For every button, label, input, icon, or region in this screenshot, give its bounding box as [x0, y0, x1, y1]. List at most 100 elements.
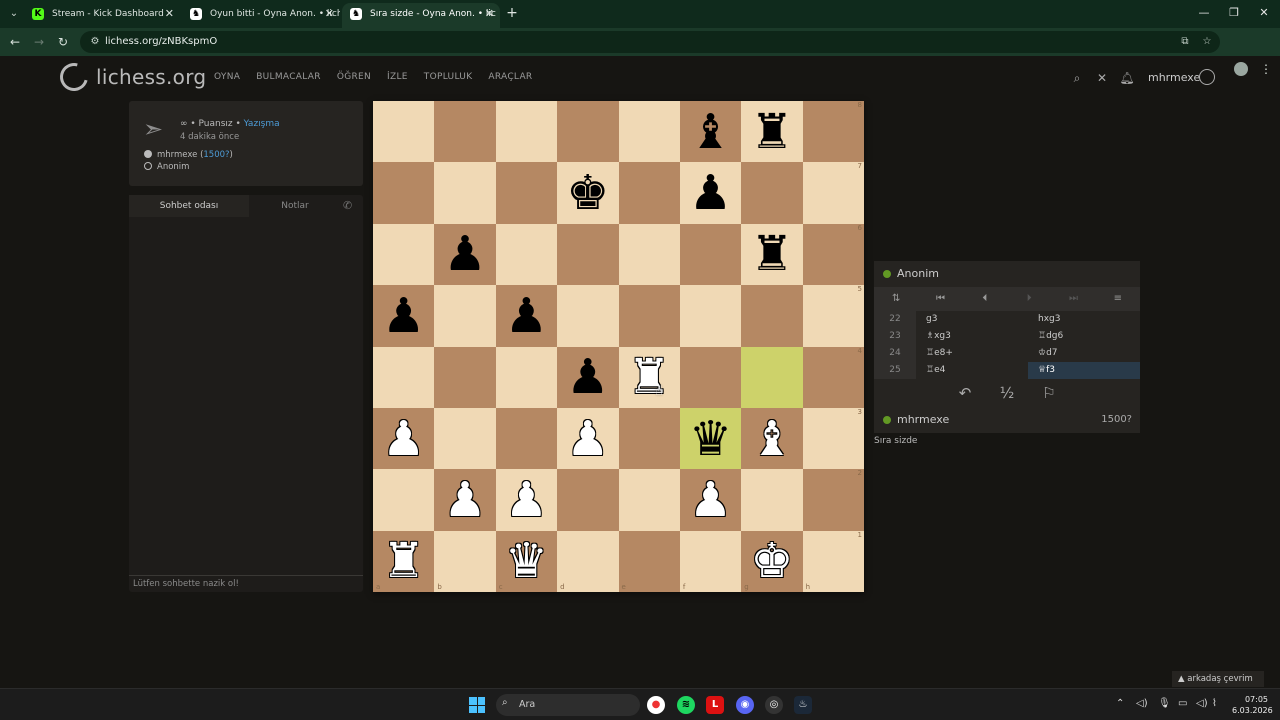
- black-player[interactable]: Anonim: [144, 162, 189, 172]
- black-piece[interactable]: ♛: [689, 415, 732, 463]
- white-piece[interactable]: ♚: [750, 537, 793, 585]
- white-piece[interactable]: ♟: [382, 415, 425, 463]
- nav-learn[interactable]: ÖĞREN: [337, 72, 371, 82]
- site-logo[interactable]: lichess.org: [54, 57, 206, 97]
- square-g2[interactable]: [741, 469, 803, 531]
- square-b5[interactable]: [434, 285, 496, 347]
- black-piece[interactable]: ♜: [750, 230, 793, 278]
- takeback-icon[interactable]: ↶: [955, 383, 975, 403]
- system-clock[interactable]: 07:05 6.03.2026: [1232, 694, 1273, 716]
- black-move[interactable]: ♖dg6: [1028, 328, 1140, 345]
- square-c7[interactable]: [495, 162, 558, 224]
- restore-icon[interactable]: ❐: [1224, 6, 1244, 19]
- square-g7[interactable]: [741, 162, 803, 224]
- new-tab-button[interactable]: +: [504, 5, 520, 21]
- square-a8[interactable]: [373, 101, 435, 163]
- square-g1[interactable]: ♚ g: [741, 530, 803, 592]
- nav-community[interactable]: TOPLULUK: [424, 72, 473, 82]
- square-e1[interactable]: e: [618, 530, 680, 592]
- square-h2[interactable]: 2: [802, 469, 864, 531]
- app-l-icon[interactable]: L: [706, 696, 724, 714]
- black-piece[interactable]: ♟: [566, 353, 609, 401]
- square-a6[interactable]: [373, 223, 435, 286]
- square-b2[interactable]: ♟: [434, 469, 496, 531]
- square-a5[interactable]: ♟: [373, 285, 435, 347]
- site-info-icon[interactable]: ⚙: [88, 35, 102, 49]
- square-c3[interactable]: [495, 407, 558, 470]
- phone-icon[interactable]: ✆: [343, 199, 352, 212]
- square-g6[interactable]: ♜: [741, 223, 803, 286]
- square-d7[interactable]: ♚: [557, 162, 619, 224]
- close-icon[interactable]: ✕: [325, 3, 334, 25]
- bookmark-star-icon[interactable]: ☆: [1200, 35, 1214, 49]
- tab-search-icon[interactable]: ⌄: [6, 6, 22, 22]
- square-b4[interactable]: [434, 346, 496, 408]
- white-player[interactable]: mhrmexe (1500?): [144, 150, 233, 160]
- spotify-icon[interactable]: ≋: [677, 696, 695, 714]
- swords-icon[interactable]: ✕: [1094, 70, 1110, 86]
- square-d2[interactable]: [557, 469, 619, 531]
- forward-icon[interactable]: →: [30, 33, 48, 51]
- square-f3[interactable]: ♛: [679, 407, 742, 470]
- flip-board-icon[interactable]: ⇅: [874, 287, 918, 311]
- browser-tab-game-over[interactable]: ♞ Oyun bitti - Oyna Anon. • liches ✕: [182, 3, 340, 28]
- white-piece[interactable]: ♟: [689, 476, 732, 524]
- search-icon[interactable]: ⌕: [1069, 70, 1085, 86]
- last-move-icon[interactable]: ⏭: [1051, 287, 1095, 311]
- square-a3[interactable]: ♟: [373, 407, 435, 470]
- square-d3[interactable]: ♟: [557, 407, 619, 470]
- square-e7[interactable]: [618, 162, 680, 224]
- previous-move-icon[interactable]: ⏴: [963, 287, 1007, 311]
- chat-input[interactable]: Lütfen sohbette nazik ol!: [129, 575, 363, 592]
- square-h4[interactable]: 4: [802, 346, 864, 408]
- black-piece[interactable]: ♟: [689, 169, 732, 217]
- square-a7[interactable]: [373, 162, 435, 224]
- square-g5[interactable]: [741, 285, 803, 347]
- square-f4[interactable]: [679, 346, 742, 408]
- taskbar-search[interactable]: ⌕ Ara: [496, 694, 640, 716]
- white-move[interactable]: ♖e8+: [916, 345, 1028, 362]
- browser-menu-icon[interactable]: ⋮: [1260, 62, 1272, 76]
- square-h6[interactable]: 6: [802, 223, 864, 286]
- nav-play[interactable]: OYNA: [214, 72, 240, 82]
- tab-notes[interactable]: Notlar: [249, 195, 341, 217]
- square-h3[interactable]: 3: [802, 407, 864, 470]
- first-move-icon[interactable]: ⏮: [918, 287, 962, 311]
- square-h8[interactable]: 8: [802, 101, 864, 163]
- player-name[interactable]: mhrmexe: [897, 413, 949, 426]
- white-piece[interactable]: ♟: [505, 476, 548, 524]
- square-d6[interactable]: [557, 223, 619, 286]
- square-c8[interactable]: [495, 101, 558, 163]
- draw-offer-icon[interactable]: ½: [997, 383, 1017, 403]
- square-f1[interactable]: f: [679, 530, 742, 592]
- black-move[interactable]: hxg3: [1028, 311, 1140, 328]
- square-b3[interactable]: [434, 407, 496, 470]
- tray-chevron-icon[interactable]: ⌃: [1116, 698, 1124, 709]
- square-e4[interactable]: ♜: [618, 346, 680, 408]
- reload-icon[interactable]: ↻: [54, 33, 72, 51]
- bell-icon[interactable]: 🔔︎: [1119, 70, 1135, 86]
- square-b6[interactable]: ♟: [434, 223, 496, 286]
- volume-mixer-icon[interactable]: ◁): [1136, 698, 1148, 709]
- white-piece[interactable]: ♟: [444, 476, 487, 524]
- menu-icon[interactable]: ≡: [1096, 287, 1140, 311]
- square-a2[interactable]: [373, 469, 435, 531]
- white-piece[interactable]: ♟: [566, 415, 609, 463]
- square-a4[interactable]: [373, 346, 435, 408]
- white-piece[interactable]: ♛: [505, 537, 548, 585]
- square-b8[interactable]: [434, 101, 496, 163]
- square-f8[interactable]: ♝: [679, 101, 742, 163]
- nav-watch[interactable]: İZLE: [387, 72, 408, 82]
- square-f6[interactable]: [679, 223, 742, 286]
- white-move[interactable]: g3: [916, 311, 1028, 328]
- square-c1[interactable]: ♛ c: [495, 530, 558, 592]
- square-e2[interactable]: [618, 469, 680, 531]
- black-piece[interactable]: ♟: [444, 230, 487, 278]
- resign-flag-icon[interactable]: ⚐: [1039, 383, 1059, 403]
- nav-tools[interactable]: ARAÇLAR: [488, 72, 532, 82]
- black-piece[interactable]: ♜: [750, 108, 793, 156]
- square-c2[interactable]: ♟: [495, 469, 558, 531]
- square-h5[interactable]: 5: [802, 285, 864, 347]
- square-e8[interactable]: [618, 101, 680, 163]
- microphone-icon[interactable]: 🎙︎: [1158, 698, 1171, 709]
